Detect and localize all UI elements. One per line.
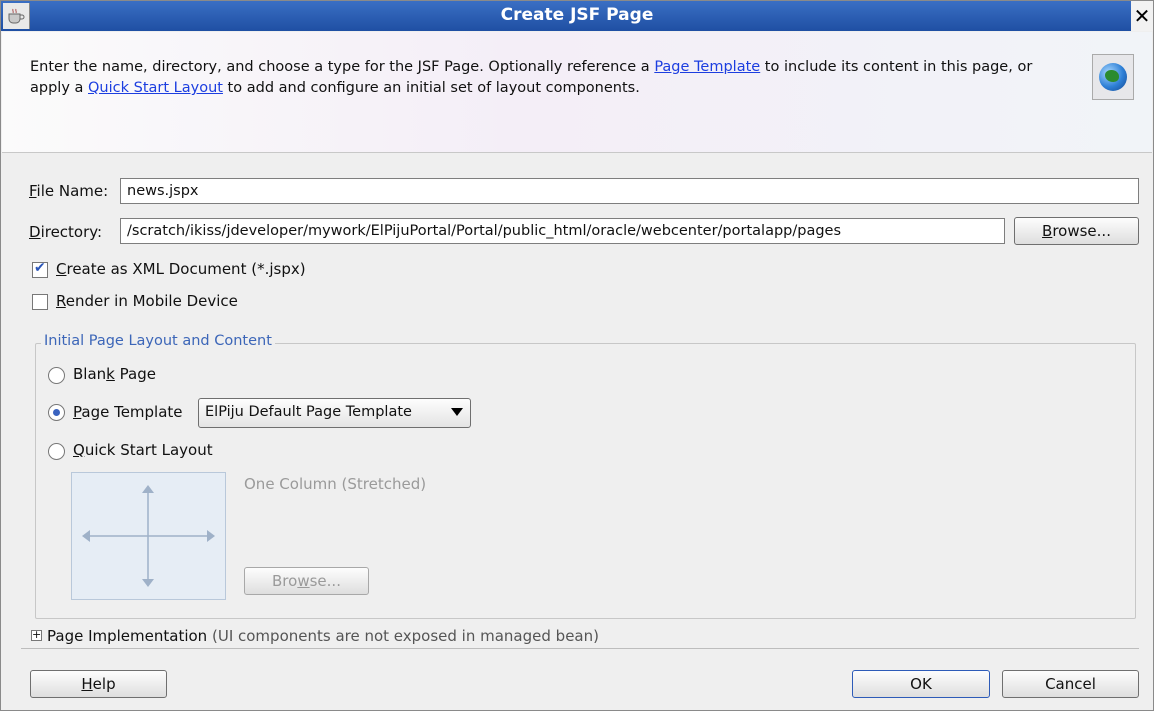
render-mobile-mnemonic: R	[56, 292, 66, 310]
dropdown-arrow-icon	[451, 408, 463, 416]
title-bar[interactable]: Create JSF Page ✕	[1, 1, 1153, 31]
dialog-window: Create JSF Page ✕ Enter the name, direct…	[0, 0, 1154, 711]
page-template-link[interactable]: Page Template	[654, 59, 760, 75]
page-template-text: age Template	[81, 403, 183, 421]
page-implementation-label: Page Implementation	[47, 627, 208, 645]
quick-start-radio[interactable]	[48, 443, 65, 460]
quick-start-label: Quick Start Layout	[73, 441, 213, 459]
directory-browse-button[interactable]: Browse...	[1014, 217, 1139, 245]
close-icon[interactable]: ✕	[1131, 1, 1153, 31]
globe-icon	[1092, 54, 1134, 100]
quick-start-layout-link[interactable]: Quick Start Layout	[88, 80, 223, 96]
page-template-select[interactable]: ElPiju Default Page Template	[198, 398, 471, 428]
blank-page-text-1: Blan	[73, 365, 107, 383]
render-mobile-checkbox[interactable]	[32, 294, 48, 310]
blank-page-radio[interactable]	[48, 367, 65, 384]
stretch-arrows-icon	[82, 485, 215, 587]
ok-button[interactable]: OK	[852, 670, 990, 698]
description-text-3: to add and configure an initial set of l…	[222, 80, 640, 96]
file-name-input[interactable]: news.jspx	[120, 178, 1139, 204]
footer-divider	[21, 648, 1139, 649]
dialog-title: Create JSF Page	[500, 5, 654, 25]
header-banner: Enter the name, directory, and choose a …	[2, 32, 1152, 153]
page-template-radio[interactable]	[48, 404, 65, 421]
blank-page-mnemonic: k	[106, 365, 115, 383]
create-xml-checkbox[interactable]	[32, 260, 48, 278]
directory-label-mnemonic: D	[29, 223, 41, 241]
file-name-label-mnemonic: F	[29, 182, 37, 200]
directory-label: Directory:	[29, 223, 102, 241]
render-mobile-text: ender in Mobile Device	[65, 292, 238, 310]
layout-browse-text-1: Bro	[272, 572, 298, 590]
help-button[interactable]: Help	[30, 670, 167, 698]
expand-plus-icon[interactable]: +	[31, 629, 42, 641]
file-name-label: File Name:	[29, 182, 108, 200]
directory-label-text: irectory:	[40, 223, 103, 241]
page-template-selected-value: ElPiju Default Page Template	[205, 404, 412, 420]
render-mobile-label: Render in Mobile Device	[56, 292, 238, 310]
blank-page-text-2: Page	[114, 365, 156, 383]
create-xml-label: Create as XML Document (*.jspx)	[56, 260, 306, 278]
quick-start-mnemonic: Q	[73, 441, 85, 459]
page-implementation-row[interactable]: Page Implementation (UI components are n…	[47, 627, 599, 645]
layout-browse-button[interactable]: Browse...	[244, 567, 369, 595]
directory-browse-mnemonic: B	[1042, 222, 1053, 240]
directory-input[interactable]: /scratch/ikiss/jdeveloper/mywork/ElPijuP…	[120, 218, 1005, 244]
quick-start-text: uick Start Layout	[84, 441, 213, 459]
create-xml-mnemonic: C	[56, 260, 67, 278]
page-template-label: Page Template	[73, 403, 183, 421]
help-label: elp	[92, 675, 116, 693]
cancel-button[interactable]: Cancel	[1002, 670, 1139, 698]
directory-browse-label: rowse...	[1052, 222, 1111, 240]
layout-browse-text-2: se...	[309, 572, 341, 590]
layout-browse-mnemonic: w	[297, 572, 310, 590]
layout-group-title: Initial Page Layout and Content	[41, 333, 275, 349]
blank-page-label: Blank Page	[73, 365, 156, 383]
layout-preview-thumbnail	[71, 472, 226, 600]
help-mnemonic: H	[81, 675, 93, 693]
create-xml-text: reate as XML Document (*.jspx)	[66, 260, 306, 278]
page-implementation-note: (UI components are not exposed in manage…	[211, 627, 599, 645]
layout-name-label: One Column (Stretched)	[244, 475, 427, 493]
description-text-1: Enter the name, directory, and choose a …	[30, 59, 655, 75]
header-description: Enter the name, directory, and choose a …	[30, 57, 1050, 99]
file-name-label-text: ile Name:	[36, 182, 109, 200]
